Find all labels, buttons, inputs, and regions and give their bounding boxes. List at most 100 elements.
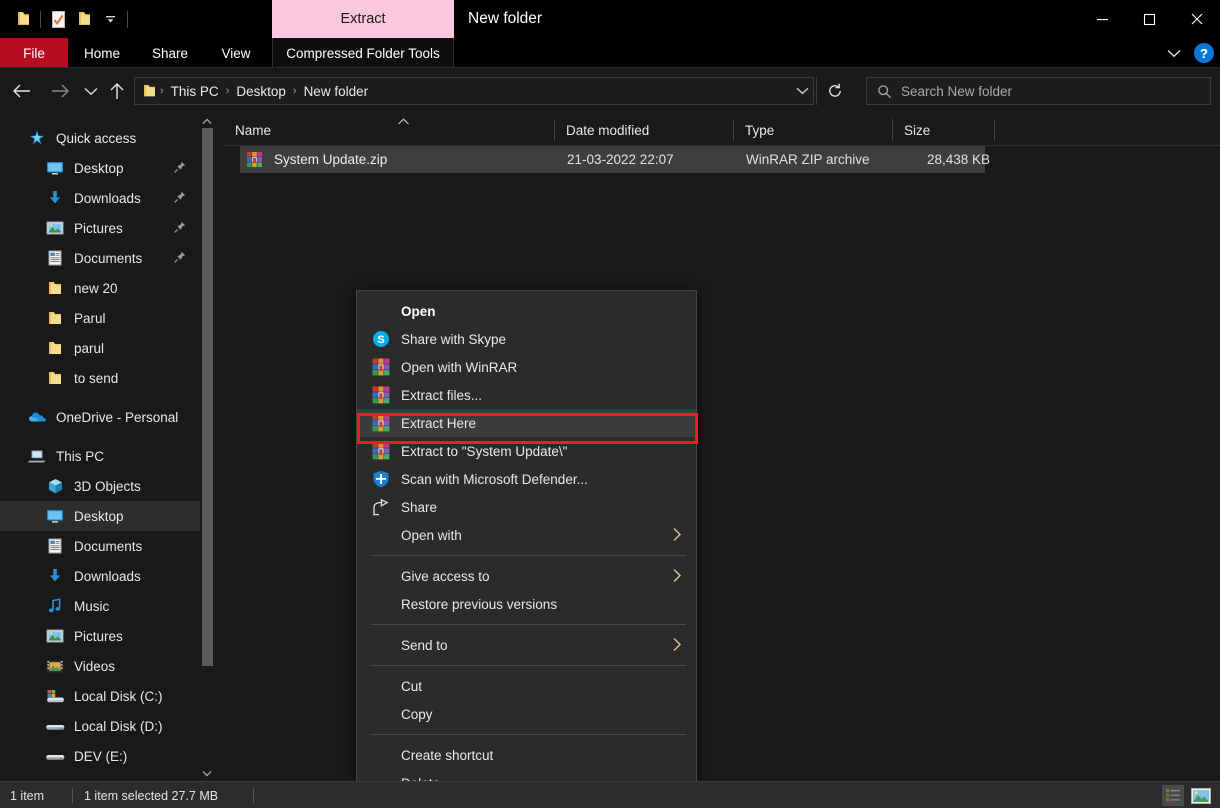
tab-share-label: Share bbox=[151, 45, 189, 61]
sidebar-item-local-disk-c[interactable]: Local Disk (C:) bbox=[0, 681, 200, 711]
context-menu-item-restore-previous-versions[interactable]: Restore previous versions bbox=[357, 590, 696, 618]
search-input[interactable]: Search New folder bbox=[901, 84, 1012, 99]
sidebar-item-pictures[interactable]: Pictures bbox=[0, 621, 200, 651]
new-folder-icon[interactable] bbox=[71, 0, 97, 38]
winrar-icon bbox=[371, 441, 391, 461]
context-menu-item-label: Give access to bbox=[401, 568, 490, 584]
desktop-icon bbox=[44, 157, 66, 179]
sidebar-item-label: This PC bbox=[56, 448, 105, 464]
sidebar-item-local-disk-d[interactable]: Local Disk (D:) bbox=[0, 711, 200, 741]
sidebar-item-documents-qa[interactable]: Documents bbox=[0, 243, 200, 273]
breadcrumb-item-this-pc[interactable]: This PC bbox=[165, 84, 225, 99]
sidebar-item-3d-objects[interactable]: 3D Objects bbox=[0, 471, 200, 501]
up-button[interactable] bbox=[102, 68, 132, 114]
winrar-icon bbox=[371, 413, 391, 433]
pin-icon[interactable] bbox=[174, 251, 186, 263]
scroll-up-button[interactable] bbox=[200, 114, 214, 129]
context-menu-item-open[interactable]: Open bbox=[357, 297, 696, 325]
submenu-arrow-icon bbox=[672, 636, 682, 653]
svg-text:S: S bbox=[377, 334, 384, 346]
column-divider-4[interactable] bbox=[994, 119, 995, 141]
back-button[interactable] bbox=[6, 68, 38, 114]
context-menu-item-open-with-winrar[interactable]: Open with WinRAR bbox=[357, 353, 696, 381]
sidebar-item-videos[interactable]: Videos bbox=[0, 651, 200, 681]
scrollbar-thumb[interactable] bbox=[202, 128, 213, 666]
pin-icon[interactable] bbox=[174, 161, 186, 173]
sidebar-item-downloads[interactable]: Downloads bbox=[0, 561, 200, 591]
forward-button[interactable] bbox=[44, 68, 76, 114]
sidebar-item-documents[interactable]: Documents bbox=[0, 531, 200, 561]
tab-share[interactable]: Share bbox=[136, 38, 204, 68]
context-menu-separator-4 bbox=[371, 734, 686, 735]
pictures-icon bbox=[44, 217, 66, 239]
large-icons-view-button[interactable] bbox=[1190, 785, 1212, 806]
column-header-type-label: Type bbox=[745, 122, 775, 138]
context-menu-item-share[interactable]: Share bbox=[357, 493, 696, 521]
context-menu-item-give-access-to[interactable]: Give access to bbox=[357, 562, 696, 590]
documents-icon bbox=[44, 247, 66, 269]
thispc-icon bbox=[26, 445, 48, 467]
context-menu-item-send-to[interactable]: Send to bbox=[357, 631, 696, 659]
address-bar-row: › This PC › Desktop › New folder Search bbox=[0, 68, 1220, 114]
refresh-button[interactable] bbox=[816, 77, 852, 105]
context-menu-item-create-shortcut[interactable]: Create shortcut bbox=[357, 741, 696, 769]
contextual-tab-extract[interactable]: Extract bbox=[272, 0, 454, 38]
sidebar-item-parul-upper[interactable]: Parul bbox=[0, 303, 200, 333]
breadcrumb[interactable]: › This PC › Desktop › New folder bbox=[134, 77, 814, 105]
context-menu-item-scan-with-defender[interactable]: Scan with Microsoft Defender... bbox=[357, 465, 696, 493]
help-icon[interactable]: ? bbox=[1194, 43, 1214, 63]
sidebar-item-desktop[interactable]: Desktop bbox=[0, 501, 200, 531]
folder-icon[interactable] bbox=[10, 0, 36, 38]
sidebar-item-new-20[interactable]: new 20 bbox=[0, 273, 200, 303]
submenu-arrow-icon bbox=[672, 567, 682, 584]
context-menu-item-share-with-skype[interactable]: S Share with Skype bbox=[357, 325, 696, 353]
navigation-pane-scrollbar[interactable] bbox=[200, 114, 214, 781]
pin-icon[interactable] bbox=[174, 191, 186, 203]
maximize-button[interactable] bbox=[1126, 0, 1173, 38]
minimize-button[interactable] bbox=[1079, 0, 1126, 38]
context-menu-item-extract-here[interactable]: Extract Here bbox=[357, 409, 696, 437]
sidebar-item-music[interactable]: Music bbox=[0, 591, 200, 621]
column-header-type[interactable]: Type bbox=[734, 114, 892, 146]
tab-compressed-folder-tools[interactable]: Compressed Folder Tools bbox=[272, 38, 454, 68]
table-row[interactable]: System Update.zip 21-03-2022 22:07 WinRA… bbox=[240, 146, 990, 173]
search-box[interactable]: Search New folder bbox=[866, 77, 1211, 105]
sidebar-item-onedrive[interactable]: OneDrive - Personal bbox=[0, 402, 200, 432]
address-dropdown-icon[interactable] bbox=[790, 77, 815, 105]
tab-view[interactable]: View bbox=[204, 38, 268, 68]
share-arrow-icon bbox=[371, 497, 391, 517]
breadcrumb-item-new-folder[interactable]: New folder bbox=[298, 84, 375, 99]
column-header-size[interactable]: Size bbox=[893, 114, 994, 146]
context-menu-item-copy[interactable]: Copy bbox=[357, 700, 696, 728]
context-menu-item-label: Open bbox=[401, 303, 436, 319]
column-header-name[interactable]: Name bbox=[224, 114, 554, 146]
folder-icon bbox=[44, 337, 66, 359]
sidebar-item-parul-lower[interactable]: parul bbox=[0, 333, 200, 363]
context-menu-item-open-with[interactable]: Open with bbox=[357, 521, 696, 549]
sidebar-item-to-send[interactable]: to send bbox=[0, 363, 200, 393]
context-menu-item-cut[interactable]: Cut bbox=[357, 672, 696, 700]
sidebar-item-this-pc[interactable]: This PC bbox=[0, 441, 200, 471]
properties-icon[interactable] bbox=[45, 0, 71, 38]
context-menu-item-extract-files[interactable]: Extract files... bbox=[357, 381, 696, 409]
status-separator-1 bbox=[72, 788, 73, 803]
sidebar-item-dev-e[interactable]: DEV (E:) bbox=[0, 741, 200, 771]
recent-locations-button[interactable] bbox=[78, 68, 104, 114]
tab-home[interactable]: Home bbox=[68, 38, 136, 68]
sidebar-item-label: Quick access bbox=[56, 130, 137, 146]
sidebar-item-desktop-qa[interactable]: Desktop bbox=[0, 153, 200, 183]
sidebar-item-quick-access[interactable]: Quick access bbox=[0, 123, 200, 153]
close-button[interactable] bbox=[1173, 0, 1220, 38]
customize-chevron-icon[interactable] bbox=[97, 0, 123, 38]
breadcrumb-item-desktop[interactable]: Desktop bbox=[230, 84, 292, 99]
column-header-date-modified[interactable]: Date modified bbox=[555, 114, 733, 146]
pin-icon[interactable] bbox=[174, 221, 186, 233]
chevron-down-icon[interactable] bbox=[1162, 38, 1186, 68]
tab-file[interactable]: File bbox=[0, 38, 68, 68]
context-menu-item-extract-to-folder[interactable]: Extract to "System Update\" bbox=[357, 437, 696, 465]
sidebar-item-downloads-qa[interactable]: Downloads bbox=[0, 183, 200, 213]
sidebar-item-pictures-qa[interactable]: Pictures bbox=[0, 213, 200, 243]
scroll-down-button[interactable] bbox=[200, 766, 214, 781]
details-view-button[interactable] bbox=[1162, 785, 1184, 806]
videos-icon bbox=[44, 655, 66, 677]
